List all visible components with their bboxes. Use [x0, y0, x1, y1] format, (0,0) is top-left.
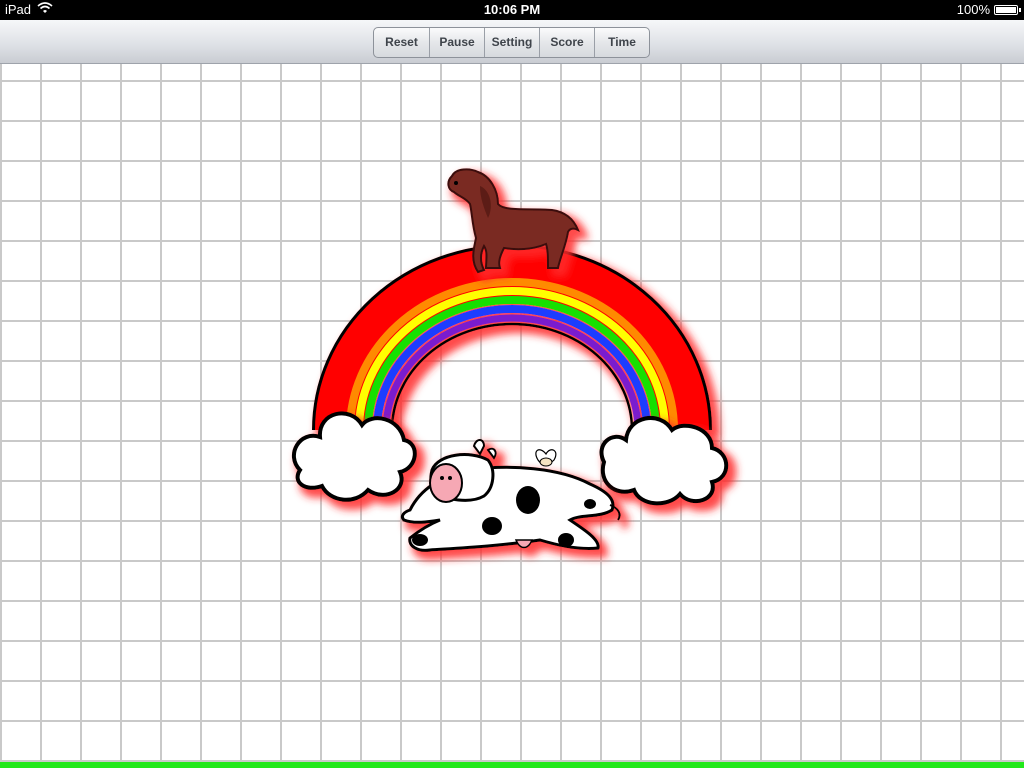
cloud-right-piece[interactable] — [599, 416, 729, 506]
scene-layer — [292, 168, 729, 552]
bottom-progress-bar — [0, 762, 1024, 768]
cow-piece[interactable] — [400, 439, 621, 552]
rainbow-piece[interactable] — [312, 244, 712, 431]
winged-bird-piece[interactable] — [535, 449, 557, 467]
